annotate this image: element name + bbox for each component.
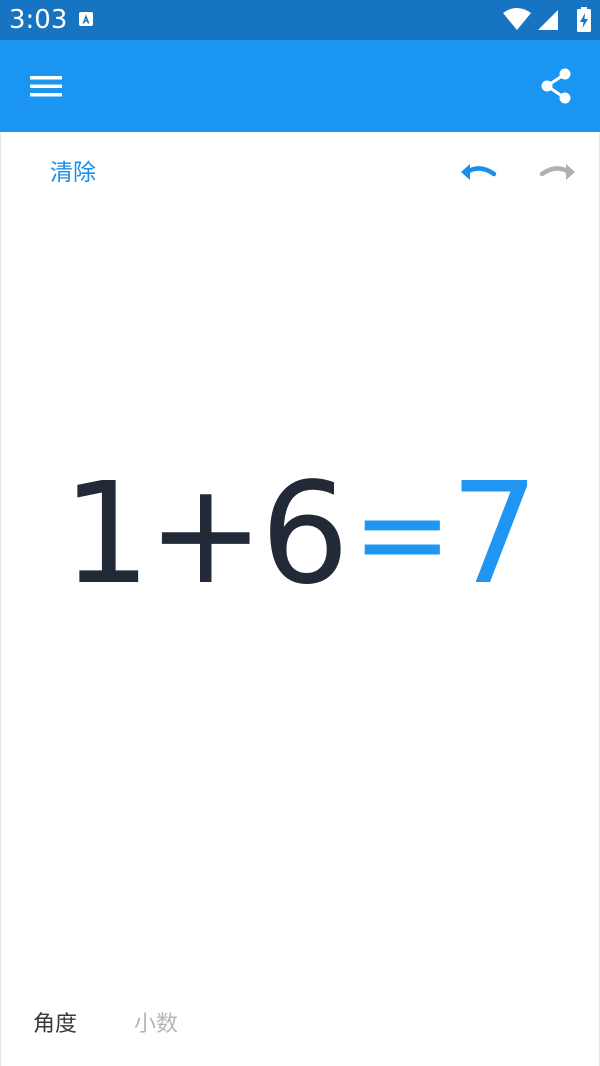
status-time: 3:03 [9, 5, 68, 35]
battery-charging-icon [577, 7, 591, 32]
angle-mode-toggle[interactable]: 角度 [33, 1008, 77, 1042]
app-bar [0, 40, 600, 132]
clear-button[interactable]: 清除 [50, 156, 96, 190]
hamburger-menu-icon[interactable] [22, 62, 70, 110]
share-icon[interactable] [532, 62, 580, 110]
status-bar: 3:03 [0, 0, 600, 40]
result-text: 7 [450, 453, 540, 616]
left-edge-divider [0, 132, 1, 1066]
a-notification-icon [79, 12, 93, 26]
decimal-mode-toggle[interactable]: 小数 [134, 1008, 178, 1042]
expression-text: 1+6 [62, 453, 349, 616]
wifi-icon [503, 8, 531, 30]
undo-icon[interactable] [456, 152, 500, 192]
cell-signal-icon [538, 10, 558, 30]
redo-icon[interactable] [536, 152, 580, 192]
calculator-screen: 3:03 清除 1+6 = 7 角度 小数 [0, 0, 600, 1066]
equals-sign: = [352, 465, 453, 604]
expression-display: 1+6 = 7 [0, 450, 600, 620]
